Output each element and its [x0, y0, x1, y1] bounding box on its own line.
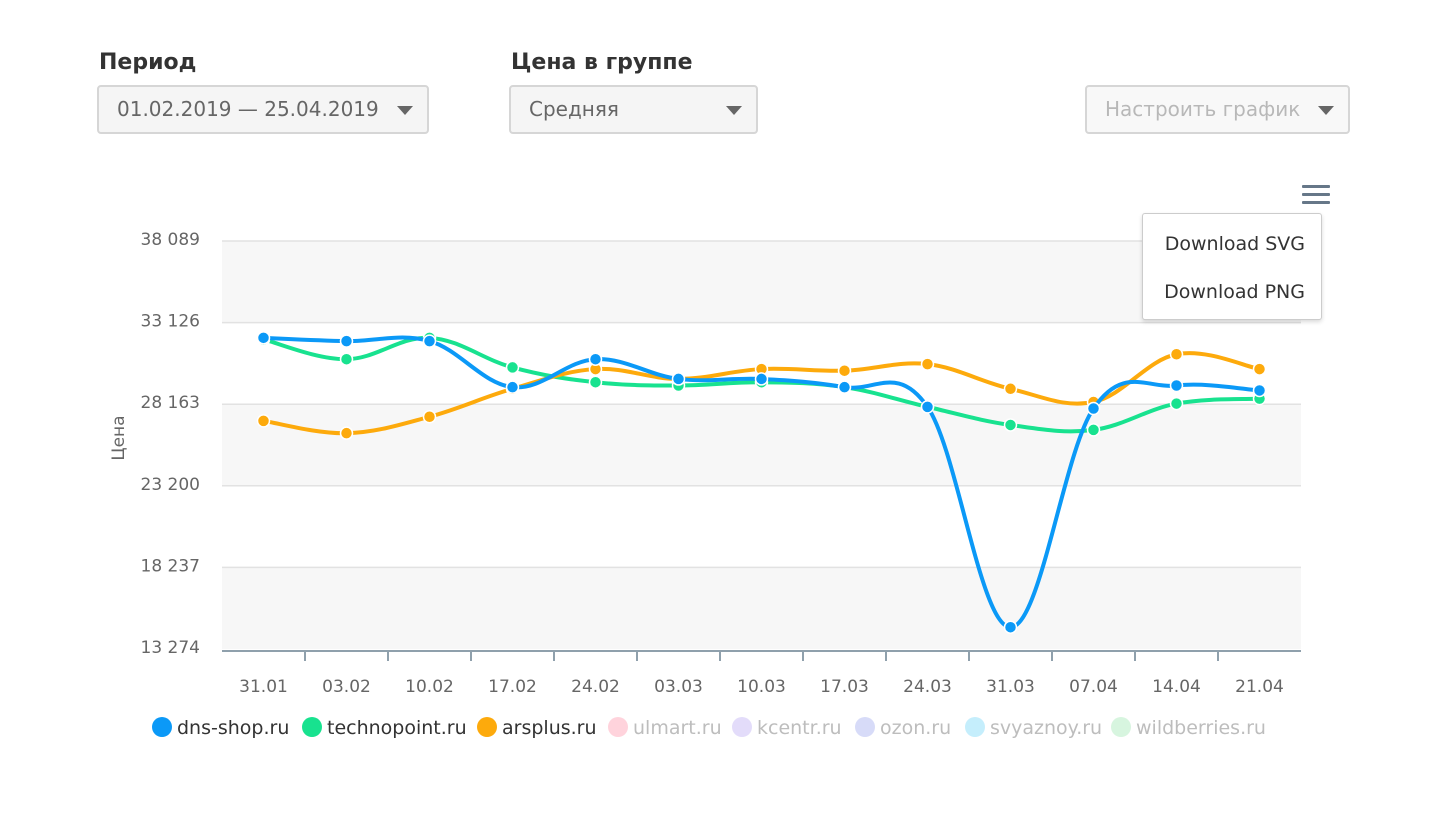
data-point[interactable] [588, 352, 603, 366]
data-point[interactable] [920, 400, 935, 414]
data-point[interactable] [339, 426, 354, 440]
y-tick-label: 13 274 [141, 638, 200, 658]
x-tick-label: 17.03 [820, 677, 869, 697]
y-tick-label: 38 089 [141, 230, 200, 250]
price-chart: 38 089 33 126 28 163 23 200 18 237 13 274 31.0… [109, 230, 1301, 739]
y-tick-label: 28 163 [141, 393, 200, 413]
legend-item-wildberries.ru[interactable]: wildberries.ru [1111, 717, 1266, 739]
data-point[interactable] [422, 334, 437, 348]
data-point[interactable] [671, 372, 686, 386]
x-tick-label: 24.02 [571, 677, 620, 697]
legend-item-ulmart.ru[interactable]: ulmart.ru [608, 717, 722, 739]
data-point[interactable] [1086, 401, 1101, 416]
plot-band [222, 241, 1301, 323]
data-point[interactable] [920, 357, 935, 371]
y-tick-label: 23 200 [141, 475, 200, 495]
legend-label: ozon.ru [880, 717, 951, 739]
data-point[interactable] [1003, 620, 1018, 634]
data-point[interactable] [1086, 423, 1101, 437]
x-tick-label: 31.03 [986, 677, 1035, 697]
legend-marker [477, 717, 497, 737]
legend-label: technopoint.ru [327, 717, 467, 739]
x-tick-label: 17.02 [488, 677, 537, 697]
legend-item-ozon.ru[interactable]: ozon.ru [855, 717, 951, 739]
legend-marker [608, 717, 628, 737]
export-dropdown: Download SVG Download PNG [1142, 213, 1322, 320]
data-point[interactable] [505, 380, 520, 394]
legend-item-svyaznoy.ru[interactable]: svyaznoy.ru [965, 717, 1102, 739]
legend-label: wildberries.ru [1136, 717, 1266, 739]
data-point[interactable] [1169, 396, 1184, 411]
data-point[interactable] [339, 352, 354, 366]
download-png-item[interactable]: Download PNG [1164, 281, 1305, 303]
legend-marker [965, 717, 985, 737]
data-point[interactable] [1252, 362, 1267, 376]
y-tick-label: 33 126 [141, 312, 200, 332]
x-tick-label: 10.02 [405, 677, 454, 697]
data-point[interactable] [1169, 347, 1184, 362]
y-axis-title: Цена [109, 415, 129, 460]
data-point[interactable] [422, 409, 437, 424]
legend-label: svyaznoy.ru [990, 717, 1102, 739]
data-point[interactable] [256, 331, 271, 345]
x-tick-label: 07.04 [1069, 677, 1118, 697]
x-tick-label: 03.03 [654, 677, 703, 697]
y-tick-label: 18 237 [141, 556, 200, 576]
plot-band [222, 567, 1301, 649]
legend-item-technopoint.ru[interactable]: technopoint.ru [302, 717, 467, 739]
legend-label: ulmart.ru [633, 717, 722, 739]
legend-label: dns-shop.ru [177, 717, 289, 739]
legend-marker [1111, 717, 1131, 737]
download-svg-item[interactable]: Download SVG [1165, 233, 1305, 255]
data-point[interactable] [1169, 378, 1184, 393]
x-tick-label: 14.04 [1152, 677, 1201, 697]
data-point[interactable] [256, 414, 271, 428]
x-tick-label: 21.04 [1235, 677, 1284, 697]
legend-item-kcentr.ru[interactable]: kcentr.ru [732, 717, 842, 739]
legend-marker [152, 717, 172, 737]
legend-label: kcentr.ru [757, 717, 842, 739]
data-point[interactable] [1003, 382, 1018, 396]
x-tick-label: 24.03 [903, 677, 952, 697]
data-point[interactable] [588, 375, 603, 389]
data-point[interactable] [1003, 418, 1018, 432]
x-tick-label: 10.03 [737, 677, 786, 697]
legend-marker [302, 717, 322, 737]
data-point[interactable] [837, 380, 852, 394]
data-point[interactable] [837, 363, 852, 378]
x-tick-label: 31.01 [239, 677, 288, 697]
legend-label: arsplus.ru [502, 717, 597, 739]
data-point[interactable] [339, 334, 354, 348]
data-point[interactable] [505, 360, 520, 375]
data-point[interactable] [1252, 383, 1267, 398]
legend-item-arsplus.ru[interactable]: arsplus.ru [477, 717, 597, 739]
data-point[interactable] [754, 372, 769, 386]
legend-item-dns-shop.ru[interactable]: dns-shop.ru [152, 717, 289, 739]
x-tick-label: 03.02 [322, 677, 371, 697]
legend-marker [855, 717, 875, 737]
legend-marker [732, 717, 752, 737]
